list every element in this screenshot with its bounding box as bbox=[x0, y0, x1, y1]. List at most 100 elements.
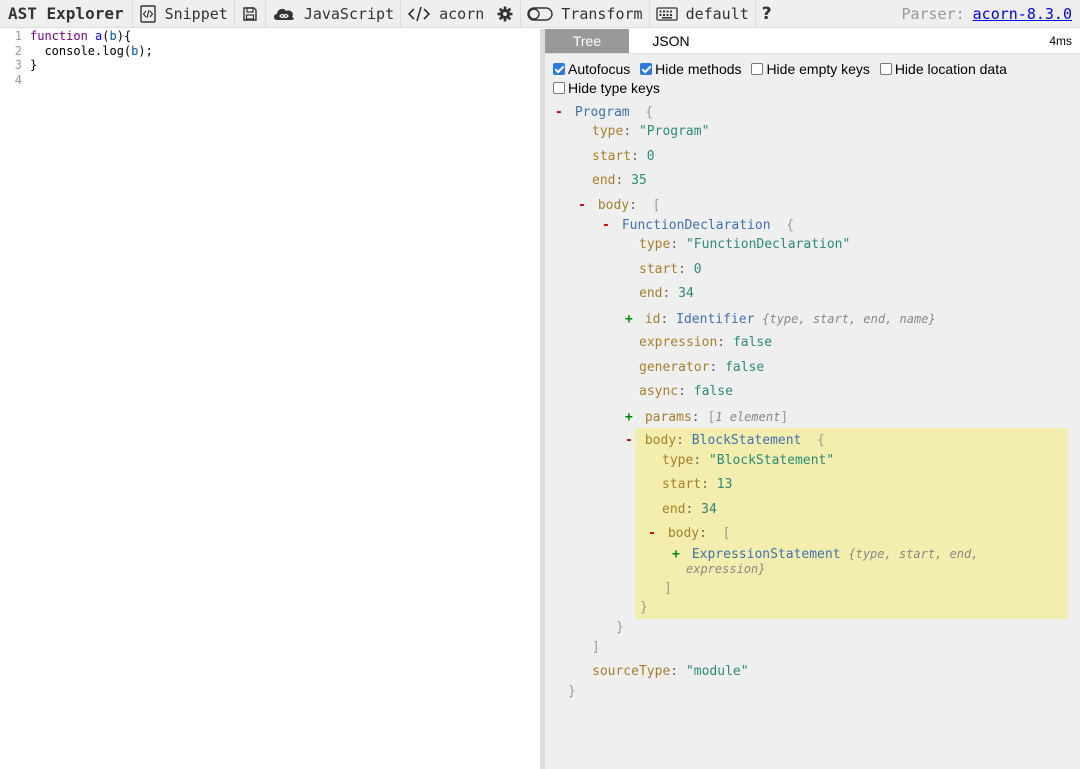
help-label: ? bbox=[761, 3, 772, 24]
collapse-toggle[interactable]: - bbox=[555, 105, 567, 121]
tree-prop: type: "FunctionDeclaration" bbox=[639, 237, 851, 252]
tree-prop: type: "Program" bbox=[592, 124, 710, 139]
tab-json[interactable]: JSON bbox=[629, 29, 713, 53]
prop-value: 0 bbox=[646, 149, 655, 164]
code-editor[interactable]: 1 function a(b){ 2 console.log(b); 3 } 4 bbox=[0, 29, 540, 769]
code-token: a bbox=[87, 29, 103, 43]
keymap-label: default bbox=[685, 4, 749, 23]
code-token: b bbox=[109, 29, 117, 43]
parser-label: acorn bbox=[439, 4, 485, 23]
prop-key: end bbox=[662, 502, 686, 517]
parser-select[interactable]: acorn bbox=[400, 0, 490, 28]
keymap-select[interactable]: default bbox=[648, 0, 755, 28]
option-label: Autofocus bbox=[568, 61, 631, 77]
checkbox-hide-methods[interactable] bbox=[640, 63, 653, 75]
option-hide-empty-keys[interactable]: Hide empty keys bbox=[751, 60, 870, 78]
tree-node-function-declaration[interactable]: - FunctionDeclaration { bbox=[602, 218, 794, 234]
tree-prop: type: "BlockStatement" bbox=[662, 453, 835, 468]
option-hide-methods[interactable]: Hide methods bbox=[640, 60, 742, 78]
collapse-toggle[interactable]: - bbox=[648, 526, 660, 542]
prop-key: type bbox=[662, 453, 694, 468]
checkbox-hide-empty-keys[interactable] bbox=[751, 63, 764, 75]
prop-value: false bbox=[732, 335, 773, 350]
transform-label: Transform bbox=[561, 4, 643, 23]
prop-value: "module" bbox=[685, 664, 749, 679]
option-autofocus[interactable]: Autofocus bbox=[553, 60, 630, 78]
transform-toggle[interactable]: Transform bbox=[520, 0, 648, 28]
tab-tree[interactable]: Tree bbox=[545, 29, 629, 53]
snippet-button[interactable]: Snippet bbox=[131, 0, 234, 28]
line-number: 4 bbox=[14, 72, 22, 87]
gear-icon bbox=[496, 5, 514, 23]
tree-node-block-statement[interactable]: - body: BlockStatement { bbox=[625, 433, 825, 449]
expand-toggle[interactable]: + bbox=[672, 547, 684, 563]
output-tabs: Tree JSON 4ms bbox=[545, 29, 1080, 54]
prop-key: type bbox=[592, 124, 624, 139]
tree-prop[interactable]: end: 34 bbox=[662, 502, 717, 518]
prop-key: id bbox=[644, 312, 661, 327]
line-number: 1 bbox=[14, 29, 22, 43]
save-button[interactable] bbox=[233, 0, 265, 28]
prop-key: body bbox=[597, 198, 630, 213]
checkbox-hide-location-data[interactable] bbox=[879, 63, 892, 75]
prop-key: generator bbox=[639, 360, 710, 375]
code-token: ); bbox=[138, 43, 153, 58]
tree-prop[interactable]: start: 0 bbox=[639, 262, 702, 278]
node-summary: expression} bbox=[686, 562, 766, 576]
prop-key: type bbox=[639, 237, 671, 252]
parser-info: Parser: acorn-8.3.0 bbox=[901, 5, 1080, 23]
collapse-toggle[interactable]: - bbox=[625, 433, 637, 449]
prop-value: false bbox=[725, 360, 765, 375]
toggle-off-icon bbox=[527, 5, 553, 23]
prop-key: expression bbox=[639, 335, 718, 350]
output-panel: Tree JSON 4ms Autofocus Hide methods Hid… bbox=[545, 29, 1080, 769]
tree-prop[interactable]: start: 0 bbox=[592, 149, 655, 165]
parse-time: 4ms bbox=[1049, 29, 1080, 53]
option-hide-location-data[interactable]: Hide location data bbox=[879, 60, 1007, 78]
node-type: ExpressionStatement bbox=[691, 547, 841, 562]
prop-key: end bbox=[639, 286, 663, 301]
checkbox-hide-type-keys[interactable] bbox=[553, 82, 565, 94]
option-label: Hide methods bbox=[655, 61, 742, 77]
collapse-toggle[interactable]: - bbox=[578, 198, 590, 214]
node-type: BlockStatement bbox=[691, 433, 802, 448]
expand-toggle[interactable]: + bbox=[625, 410, 637, 426]
toolbar: AST Explorer Snippet JavaScript acorn Tr… bbox=[0, 0, 1080, 28]
prop-value: "Program" bbox=[638, 124, 710, 139]
code-token: ){ bbox=[116, 29, 132, 43]
editor-line: 1 function a(b){ bbox=[0, 29, 540, 44]
node-summary: 1 element bbox=[715, 410, 781, 424]
expand-toggle[interactable]: + bbox=[625, 312, 637, 328]
snippet-label: Snippet bbox=[164, 4, 228, 23]
help-button[interactable]: ? bbox=[754, 0, 778, 28]
collapse-toggle[interactable]: - bbox=[602, 218, 614, 234]
prop-value: 13 bbox=[716, 477, 733, 492]
code-token: console.log( bbox=[30, 43, 132, 58]
tree-node-block-body[interactable]: - body: [ bbox=[648, 526, 730, 542]
node-type: Program bbox=[574, 105, 630, 120]
prop-key: start bbox=[592, 149, 632, 164]
prop-value: "BlockStatement" bbox=[708, 453, 835, 468]
editor-line: 4 bbox=[0, 73, 540, 88]
line-number: 3 bbox=[14, 58, 22, 72]
parser-info-label: Parser: bbox=[901, 4, 965, 23]
tree-node-body[interactable]: - body: [ bbox=[578, 198, 660, 214]
tree-node-id[interactable]: + id: Identifier {type, start, end, name… bbox=[625, 311, 936, 328]
tree-node-program[interactable]: - Program { bbox=[555, 105, 653, 121]
parser-version-link[interactable]: acorn-8.3.0 bbox=[973, 5, 1072, 23]
editor-line: 2 console.log(b); bbox=[0, 44, 540, 59]
tree-prop[interactable]: end: 34 bbox=[639, 286, 694, 302]
prop-key: params bbox=[644, 410, 692, 425]
checkbox-autofocus[interactable] bbox=[553, 63, 565, 75]
tree-options: Autofocus Hide methods Hide empty keys H… bbox=[545, 54, 1080, 98]
prop-value: "FunctionDeclaration" bbox=[685, 237, 851, 252]
language-select[interactable]: JavaScript bbox=[264, 0, 400, 28]
tree-prop[interactable]: start: 13 bbox=[662, 477, 732, 493]
option-label: Hide empty keys bbox=[766, 61, 870, 77]
node-type: FunctionDeclaration bbox=[621, 218, 771, 233]
option-hide-type-keys[interactable]: Hide type keys bbox=[553, 79, 660, 97]
tree-prop[interactable]: end: 35 bbox=[592, 173, 647, 189]
prop-value: false bbox=[693, 384, 733, 399]
parser-settings-button[interactable] bbox=[490, 0, 520, 28]
tree-node-params[interactable]: + params: [1 element] bbox=[625, 409, 788, 426]
